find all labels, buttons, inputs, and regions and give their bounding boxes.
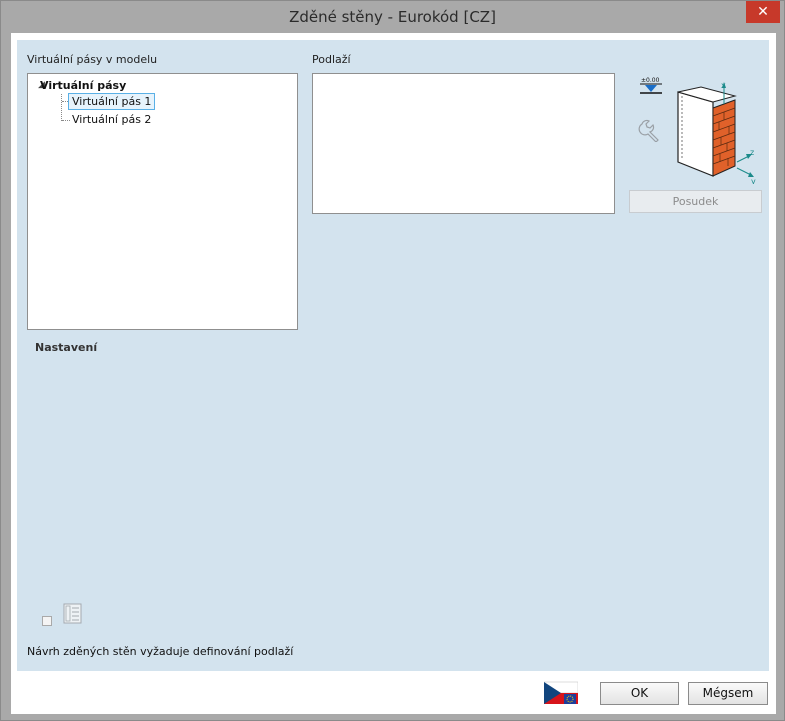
- dialog-window: Zděné stěny - Eurokód [CZ] ✕ Virtuální p…: [0, 0, 785, 721]
- tree-root[interactable]: Virtuální pásy: [40, 79, 126, 92]
- status-message: Návrh zděných stěn vyžaduje definování p…: [27, 645, 294, 658]
- tree-item-strip-2[interactable]: Virtuální pás 2: [69, 112, 154, 127]
- axis-z-label: z: [750, 148, 754, 157]
- window-title: Zděné stěny - Eurokód [CZ]: [289, 8, 496, 26]
- title-bar[interactable]: Zděné stěny - Eurokód [CZ] ✕: [1, 1, 784, 33]
- content-panel: Virtuální pásy v modelu ◢ Virtuální pásy…: [17, 40, 769, 671]
- wrench-icon[interactable]: [638, 118, 662, 143]
- cancel-button[interactable]: Mégsem: [688, 682, 768, 705]
- axis-y-label: y: [751, 177, 756, 184]
- tree-item-strip-1[interactable]: Virtuální pás 1: [68, 93, 156, 110]
- check-button[interactable]: Posudek: [629, 190, 762, 213]
- dialog-client: Virtuální pásy v modelu ◢ Virtuální pásy…: [11, 33, 776, 714]
- level-icon-text: ±0.00: [641, 77, 660, 84]
- axis-x-label: x: [721, 81, 726, 90]
- close-button[interactable]: ✕: [746, 1, 780, 23]
- settings-checkbox[interactable]: [42, 616, 52, 626]
- floors-list[interactable]: [312, 73, 615, 214]
- masonry-wall-illustration: x z y: [677, 80, 759, 186]
- strips-label: Virtuální pásy v modelu: [27, 53, 158, 66]
- level-icon[interactable]: ±0.00: [639, 76, 663, 98]
- settings-heading: Nastavení: [35, 341, 98, 354]
- strips-tree[interactable]: ◢ Virtuální pásy Virtuální pás 1 Virtuál…: [27, 73, 298, 330]
- czech-flag-icon: [543, 680, 579, 706]
- settings-list-icon[interactable]: [63, 603, 83, 625]
- ok-button[interactable]: OK: [600, 682, 679, 705]
- tree-connector: [61, 94, 62, 121]
- floors-label: Podlaží: [312, 53, 351, 66]
